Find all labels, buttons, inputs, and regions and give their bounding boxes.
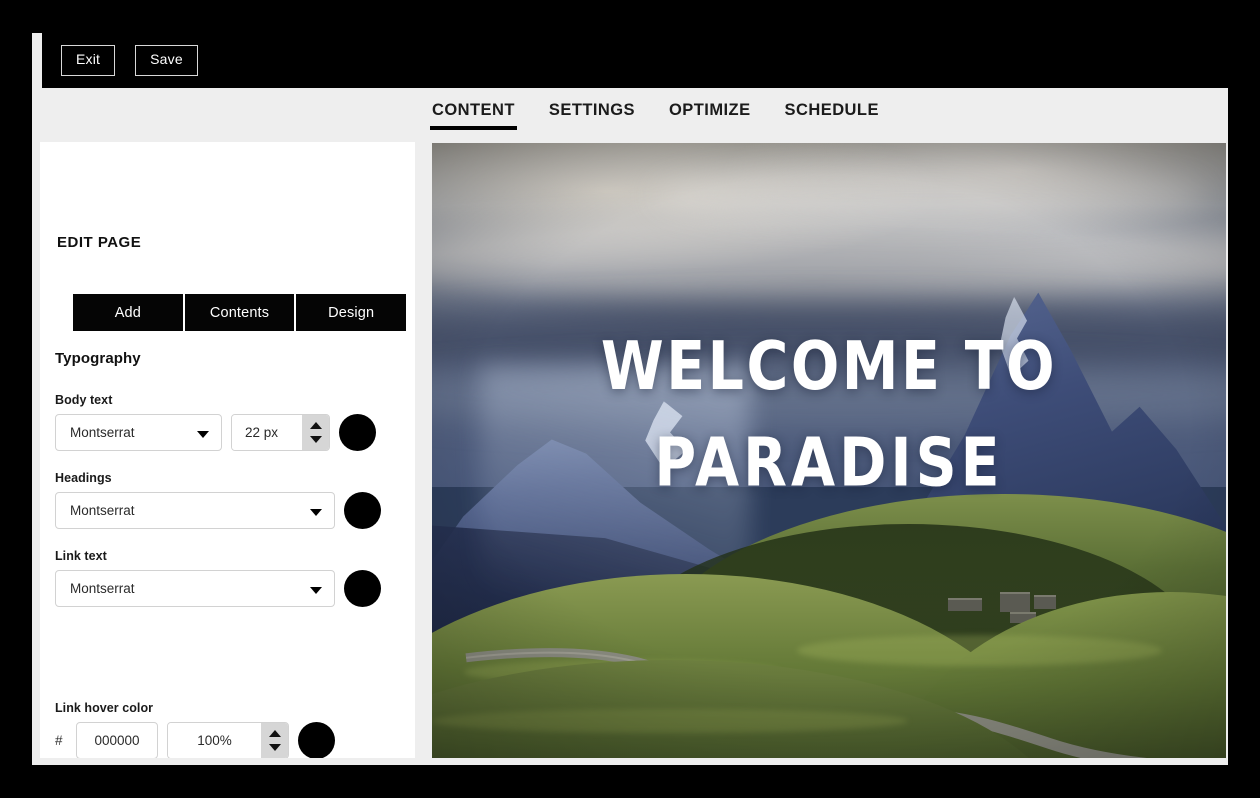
body-size-spinner[interactable] <box>302 415 329 450</box>
chevron-down-icon <box>310 586 322 594</box>
caret-up-icon[interactable] <box>309 422 322 429</box>
tab-optimize[interactable]: OPTIMIZE <box>667 95 753 130</box>
hero-line-1: WELCOME TO <box>600 327 1058 406</box>
save-button[interactable]: Save <box>135 45 198 76</box>
tab-settings[interactable]: SETTINGS <box>547 95 637 130</box>
link-hover-hex-input[interactable]: 000000 <box>76 722 158 758</box>
link-hover-color-swatch[interactable] <box>298 722 335 758</box>
tab-schedule[interactable]: SCHEDULE <box>783 95 881 130</box>
headings-font-select[interactable]: Montserrat <box>55 492 335 529</box>
panel-mode-group: Add Contents Design <box>73 294 407 331</box>
app-window: Exit Save CONTENT SETTINGS OPTIMIZE SCHE… <box>32 33 1228 765</box>
body-font-select[interactable]: Montserrat <box>55 414 222 451</box>
link-hover-opacity-value[interactable]: 100% <box>168 723 261 758</box>
link-text-field: Link text Montserrat <box>55 549 405 607</box>
caret-up-icon[interactable] <box>268 730 281 737</box>
chevron-down-icon <box>197 430 209 438</box>
chevron-down-icon <box>310 508 322 516</box>
hero-heading: WELCOME TO PARADISE <box>432 319 1226 511</box>
opacity-spinner[interactable] <box>261 723 288 758</box>
link-text-label: Link text <box>55 549 107 563</box>
tab-content[interactable]: CONTENT <box>430 95 517 130</box>
headings-color-swatch[interactable] <box>344 492 381 529</box>
link-font-select[interactable]: Montserrat <box>55 570 335 607</box>
hash-symbol: # <box>55 733 63 748</box>
page-title: EDIT PAGE <box>57 234 142 251</box>
headings-label: Headings <box>55 471 112 485</box>
link-font-value: Montserrat <box>70 581 135 596</box>
link-hover-opacity-stepper[interactable]: 100% <box>167 722 289 758</box>
typography-heading: Typography <box>55 350 141 367</box>
link-hover-color-label: Link hover color <box>55 701 154 715</box>
caret-down-icon[interactable] <box>268 744 281 751</box>
body-text-field: Body text Montserrat 22 px <box>55 393 405 451</box>
body-color-swatch[interactable] <box>339 414 376 451</box>
caret-down-icon[interactable] <box>309 436 322 443</box>
typography-section: Typography Body text Montserrat 22 px He… <box>55 350 405 627</box>
body-text-label: Body text <box>55 393 113 407</box>
body-size-value[interactable]: 22 px <box>232 415 302 450</box>
body-size-stepper[interactable]: 22 px <box>231 414 330 451</box>
tab-bar: CONTENT SETTINGS OPTIMIZE SCHEDULE <box>430 95 881 140</box>
contents-button[interactable]: Contents <box>184 294 295 331</box>
link-hover-color-section: Link hover color # 000000 100% <box>55 701 405 758</box>
top-toolbar: Exit Save <box>42 33 1228 88</box>
add-button[interactable]: Add <box>73 294 183 331</box>
edit-panel: EDIT PAGE Add Contents Design Typography… <box>40 142 415 758</box>
link-color-swatch[interactable] <box>344 570 381 607</box>
exit-button[interactable]: Exit <box>61 45 116 76</box>
page-preview[interactable]: WELCOME TO PARADISE <box>432 143 1226 758</box>
hero-line-2: PARADISE <box>654 423 1004 502</box>
headings-font-value: Montserrat <box>70 503 135 518</box>
design-button[interactable]: Design <box>296 294 407 331</box>
body-font-value: Montserrat <box>70 425 135 440</box>
headings-field: Headings Montserrat <box>55 471 405 529</box>
